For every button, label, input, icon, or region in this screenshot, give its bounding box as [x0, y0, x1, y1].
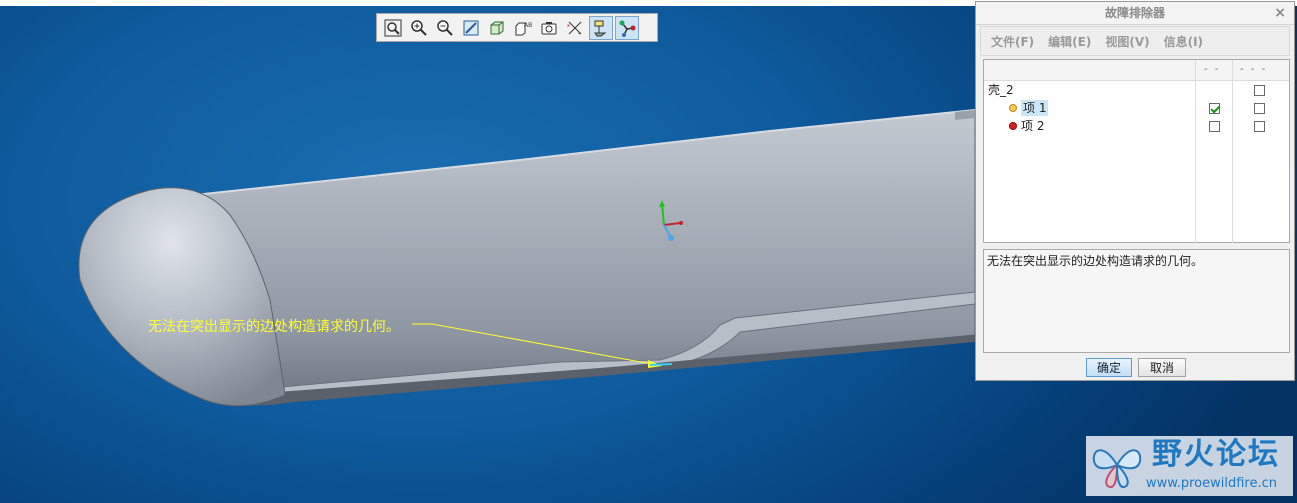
- menu-file[interactable]: 文件(F): [987, 31, 1038, 52]
- warning-status-icon: [1009, 104, 1017, 112]
- view-manager-icon: [541, 21, 557, 34]
- repaint-icon: [463, 20, 479, 35]
- dialog-title-bar[interactable]: 故障排除器 ×: [976, 2, 1294, 25]
- message-text: 无法在突出显示的边处构造请求的几何。: [987, 254, 1204, 268]
- column-header-1[interactable]: - -: [1204, 64, 1220, 75]
- zoom-in-button[interactable]: [407, 16, 431, 40]
- datum-display-icon: x*: [567, 21, 582, 37]
- menu-bar: 文件(F) 编辑(E) 视图(V) 信息(I): [980, 26, 1290, 56]
- item-tree[interactable]: - - - - - 壳_2 项 1 项 2: [983, 59, 1290, 243]
- spin-center-button[interactable]: [615, 15, 639, 40]
- watermark-url: www.proewildfire.cn: [1146, 476, 1277, 491]
- view-toolbar: AB x *: [376, 13, 658, 42]
- error-annotation: 无法在突出显示的边处构造请求的几何。: [148, 319, 400, 335]
- cancel-button[interactable]: 取消: [1138, 358, 1186, 377]
- spin-center-icon: [619, 20, 636, 37]
- watermark: 野火论坛 www.proewildfire.cn: [1086, 436, 1293, 496]
- butterfly-logo-icon: [1092, 449, 1142, 488]
- close-icon[interactable]: ×: [1274, 2, 1286, 24]
- watermark-title: 野火论坛: [1152, 437, 1280, 472]
- svg-text:AB: AB: [524, 22, 532, 29]
- zoom-fit-button[interactable]: [381, 16, 405, 40]
- svg-text:*: *: [578, 32, 581, 37]
- dialog-title: 故障排除器: [1104, 6, 1165, 20]
- item-2-check-2[interactable]: [1254, 121, 1265, 132]
- column-header-2[interactable]: - - -: [1240, 64, 1267, 75]
- tree-item-label: 项 1: [1021, 100, 1049, 116]
- zoom-in-icon: [411, 19, 427, 36]
- tree-root-label: 壳_2: [988, 83, 1014, 97]
- message-panel: 无法在突出显示的边处构造请求的几何。: [983, 249, 1290, 353]
- saved-views-icon: AB: [515, 22, 532, 35]
- zoom-out-icon: [437, 19, 453, 36]
- view-manager-button[interactable]: [537, 16, 561, 40]
- display-style-button[interactable]: [485, 16, 509, 40]
- annotation-display-icon: [594, 20, 607, 36]
- tree-item-2[interactable]: 项 2: [984, 118, 1289, 136]
- item-1-check-1[interactable]: [1209, 103, 1220, 114]
- troubleshooter-dialog: 故障排除器 × 文件(F) 编辑(E) 视图(V) 信息(I) - - - - …: [975, 1, 1295, 381]
- root-checkbox[interactable]: [1254, 85, 1265, 96]
- display-style-icon: [490, 21, 504, 34]
- zoom-fit-icon: [384, 19, 402, 36]
- repaint-button[interactable]: [459, 16, 483, 40]
- annotation-display-button[interactable]: [589, 15, 613, 40]
- tree-item-1[interactable]: 项 1: [984, 100, 1289, 118]
- tree-root-row[interactable]: 壳_2: [984, 82, 1289, 100]
- menu-view[interactable]: 视图(V): [1101, 31, 1153, 52]
- menu-edit[interactable]: 编辑(E): [1044, 31, 1095, 52]
- ok-button[interactable]: 确定: [1086, 358, 1132, 377]
- saved-views-button[interactable]: AB: [511, 16, 535, 40]
- error-status-icon: [1009, 122, 1017, 130]
- item-2-check-1[interactable]: [1209, 121, 1220, 132]
- menu-info[interactable]: 信息(I): [1160, 31, 1207, 52]
- item-1-check-2[interactable]: [1254, 103, 1265, 114]
- tree-item-label: 项 2: [1021, 119, 1045, 133]
- datum-display-button[interactable]: x *: [563, 16, 587, 40]
- svg-text:x: x: [567, 23, 570, 29]
- zoom-out-button[interactable]: [433, 16, 457, 40]
